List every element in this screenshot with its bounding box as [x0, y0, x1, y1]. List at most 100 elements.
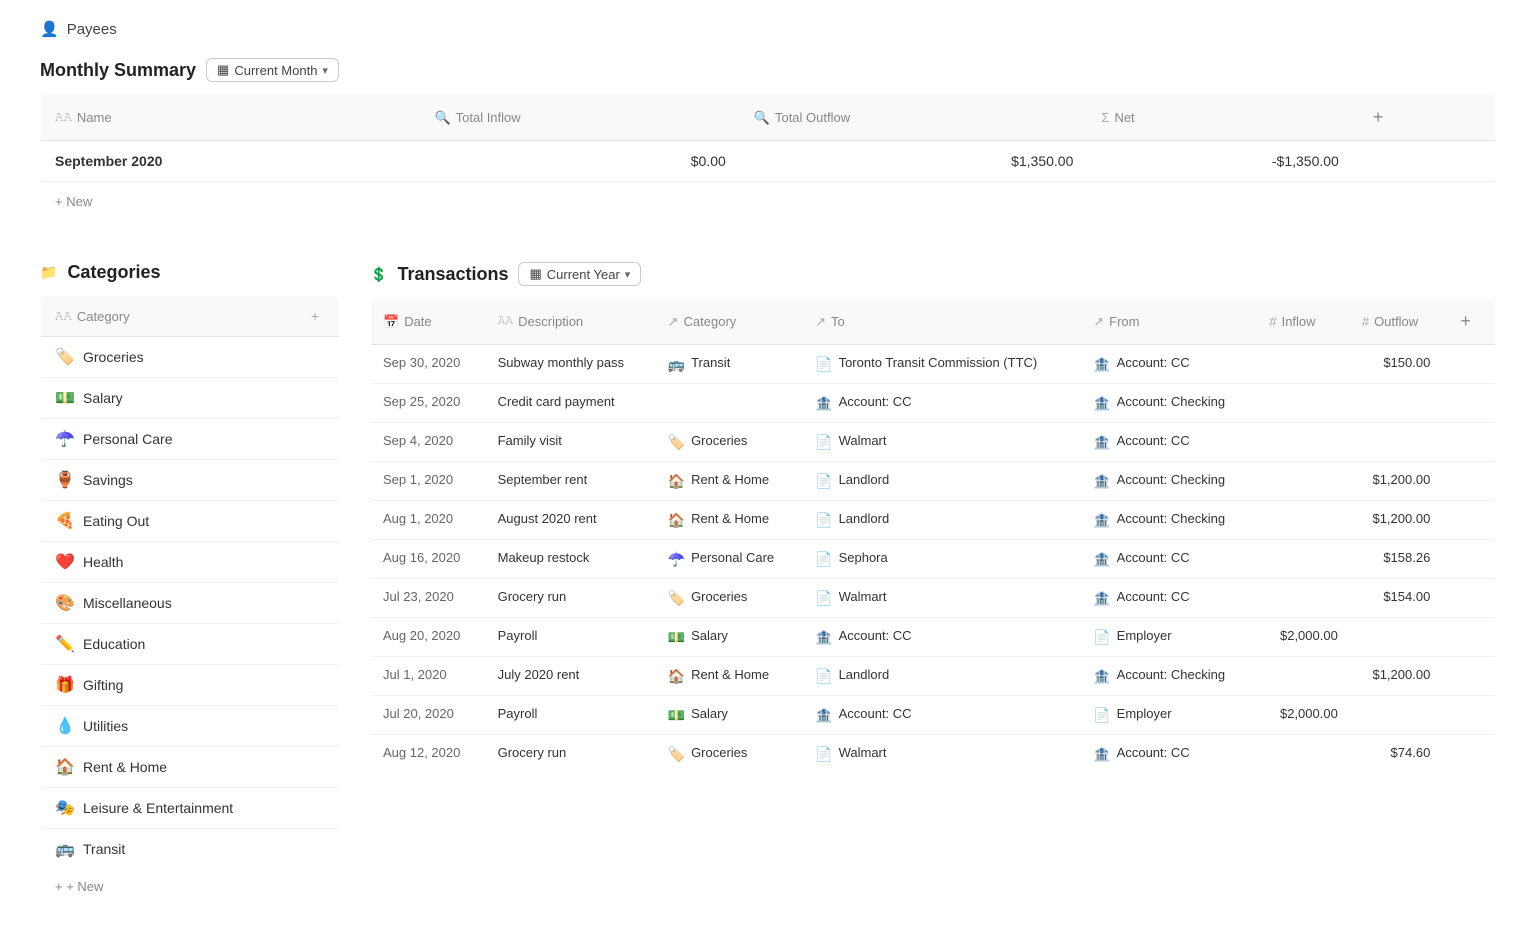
- category-row[interactable]: ☂️ Personal Care: [41, 419, 340, 460]
- trans-col-category: ↗ Category: [656, 299, 804, 345]
- to-icon: 📄: [815, 746, 832, 763]
- category-item[interactable]: 💧 Utilities: [41, 706, 340, 747]
- transaction-row[interactable]: Jul 20, 2020 Payroll 💵Salary 🏦Account: C…: [371, 696, 1496, 735]
- categories-title-row: 📁 Categories: [40, 252, 340, 283]
- trans-extra: [1442, 657, 1495, 696]
- transaction-row[interactable]: Aug 1, 2020 August 2020 rent 🏠Rent & Hom…: [371, 501, 1496, 540]
- cat-icon: 🏠: [668, 668, 685, 685]
- category-item[interactable]: 🍕 Eating Out: [41, 501, 340, 542]
- trans-to-cell: 🏦Account: CC: [803, 384, 1081, 423]
- category-row[interactable]: 🎭 Leisure & Entertainment: [41, 788, 340, 829]
- transaction-row[interactable]: Sep 25, 2020 Credit card payment 🏦Accoun…: [371, 384, 1496, 423]
- trans-category-cell: 🏷️Groceries: [656, 423, 804, 462]
- summary-new-row[interactable]: + New: [41, 182, 1496, 222]
- category-item[interactable]: 🎁 Gifting: [41, 665, 340, 706]
- transaction-row[interactable]: Jul 1, 2020 July 2020 rent 🏠Rent & Home …: [371, 657, 1496, 696]
- trans-col-outflow: # Outflow: [1350, 299, 1442, 345]
- category-item[interactable]: 🎭 Leisure & Entertainment: [41, 788, 340, 829]
- category-row[interactable]: 💧 Utilities: [41, 706, 340, 747]
- add-column-button[interactable]: +: [1367, 105, 1390, 130]
- trans-from: Account: CC: [1117, 355, 1190, 370]
- category-item[interactable]: 🚌 Transit: [41, 829, 340, 870]
- transactions-title-row: 💲 Transactions ▦ Current Year ▾: [370, 252, 1496, 286]
- arrow-icon-to: ↗: [815, 314, 826, 330]
- trans-to: Landlord: [839, 472, 890, 487]
- trans-description: September rent: [486, 462, 656, 501]
- trans-inflow: $2,000.00: [1257, 618, 1349, 657]
- category-row[interactable]: 🏺 Savings: [41, 460, 340, 501]
- cat-icon: 🏷️: [668, 746, 685, 763]
- category-item[interactable]: 🎨 Miscellaneous: [41, 583, 340, 624]
- trans-inflow: [1257, 345, 1349, 384]
- category-row[interactable]: 🎨 Miscellaneous: [41, 583, 340, 624]
- sigma-icon: Σ: [1101, 110, 1109, 125]
- category-item[interactable]: 🏺 Savings: [41, 460, 340, 501]
- trans-to: Account: CC: [839, 706, 912, 721]
- trans-col-add[interactable]: +: [1442, 299, 1495, 345]
- trans-description: Payroll: [486, 618, 656, 657]
- category-row[interactable]: 🎁 Gifting: [41, 665, 340, 706]
- monthly-summary-filter[interactable]: ▦ Current Month ▾: [206, 58, 339, 82]
- trans-inflow: [1257, 735, 1349, 774]
- transaction-row[interactable]: Sep 4, 2020 Family visit 🏷️Groceries 📄Wa…: [371, 423, 1496, 462]
- trans-category-cell: 💵Salary: [656, 696, 804, 735]
- trans-extra: [1442, 579, 1495, 618]
- category-row[interactable]: ❤️ Health: [41, 542, 340, 583]
- trans-category-cell: 🏠Rent & Home: [656, 501, 804, 540]
- category-row[interactable]: 🏠 Rent & Home: [41, 747, 340, 788]
- trans-description: Grocery run: [486, 579, 656, 618]
- category-row[interactable]: ✏️ Education: [41, 624, 340, 665]
- category-item[interactable]: 🏷️ Groceries: [41, 337, 340, 378]
- monthly-summary-title: Monthly Summary: [40, 60, 196, 81]
- from-icon: 🏦: [1093, 551, 1110, 568]
- from-icon: 🏦: [1093, 434, 1110, 451]
- category-item[interactable]: 💵 Salary: [41, 378, 340, 419]
- trans-category-cell: 🏷️Groceries: [656, 735, 804, 774]
- trans-to-cell: 🏦Account: CC: [803, 696, 1081, 735]
- add-trans-column-button[interactable]: +: [1454, 309, 1477, 334]
- trans-extra: [1442, 735, 1495, 774]
- category-row[interactable]: 🏷️ Groceries: [41, 337, 340, 378]
- transaction-row[interactable]: Aug 20, 2020 Payroll 💵Salary 🏦Account: C…: [371, 618, 1496, 657]
- transaction-row[interactable]: Aug 16, 2020 Makeup restock ☂️Personal C…: [371, 540, 1496, 579]
- transaction-row[interactable]: Aug 12, 2020 Grocery run 🏷️Groceries 📄Wa…: [371, 735, 1496, 774]
- summary-col-add[interactable]: +: [1353, 95, 1496, 141]
- summary-row[interactable]: September 2020 $0.00 $1,350.00 -$1,350.0…: [41, 141, 1496, 182]
- category-name: Savings: [83, 472, 133, 488]
- new-label[interactable]: + New: [41, 182, 1496, 222]
- transaction-row[interactable]: Sep 1, 2020 September rent 🏠Rent & Home …: [371, 462, 1496, 501]
- add-category-button[interactable]: +: [305, 306, 325, 326]
- cat-icon: 🏠: [668, 512, 685, 529]
- category-icon: 🎭: [55, 798, 75, 818]
- monthly-summary-section: Monthly Summary ▦ Current Month ▾ 𝙰𝙰 Nam…: [0, 48, 1536, 222]
- trans-outflow: $158.26: [1350, 540, 1442, 579]
- trans-description: Subway monthly pass: [486, 345, 656, 384]
- plus-icon: +: [55, 879, 63, 894]
- to-icon: 📄: [815, 434, 832, 451]
- transaction-row[interactable]: Sep 30, 2020 Subway monthly pass 🚌Transi…: [371, 345, 1496, 384]
- trans-outflow: $150.00: [1350, 345, 1442, 384]
- transactions-filter[interactable]: ▦ Current Year ▾: [518, 262, 641, 286]
- trans-to: Landlord: [839, 511, 890, 526]
- category-item[interactable]: 🏠 Rent & Home: [41, 747, 340, 788]
- category-name: Health: [83, 554, 123, 570]
- trans-from: Account: Checking: [1117, 511, 1225, 526]
- cat-icon: 🚌: [668, 356, 685, 373]
- text-icon-cat: 𝙰𝙰: [55, 309, 72, 324]
- trans-outflow: $154.00: [1350, 579, 1442, 618]
- category-row[interactable]: 🍕 Eating Out: [41, 501, 340, 542]
- to-icon: 📄: [815, 512, 832, 529]
- category-row[interactable]: 🚌 Transit: [41, 829, 340, 870]
- new-category-row[interactable]: + + New + New: [41, 869, 340, 905]
- trans-description: Grocery run: [486, 735, 656, 774]
- trans-category-cell: 💵Salary: [656, 618, 804, 657]
- category-name: Personal Care: [83, 431, 173, 447]
- category-name: Rent & Home: [83, 759, 167, 775]
- category-item[interactable]: ✏️ Education: [41, 624, 340, 665]
- category-item[interactable]: ❤️ Health: [41, 542, 340, 583]
- to-icon: 📄: [815, 356, 832, 373]
- category-name: Utilities: [83, 718, 128, 734]
- category-row[interactable]: 💵 Salary: [41, 378, 340, 419]
- transaction-row[interactable]: Jul 23, 2020 Grocery run 🏷️Groceries 📄Wa…: [371, 579, 1496, 618]
- category-item[interactable]: ☂️ Personal Care: [41, 419, 340, 460]
